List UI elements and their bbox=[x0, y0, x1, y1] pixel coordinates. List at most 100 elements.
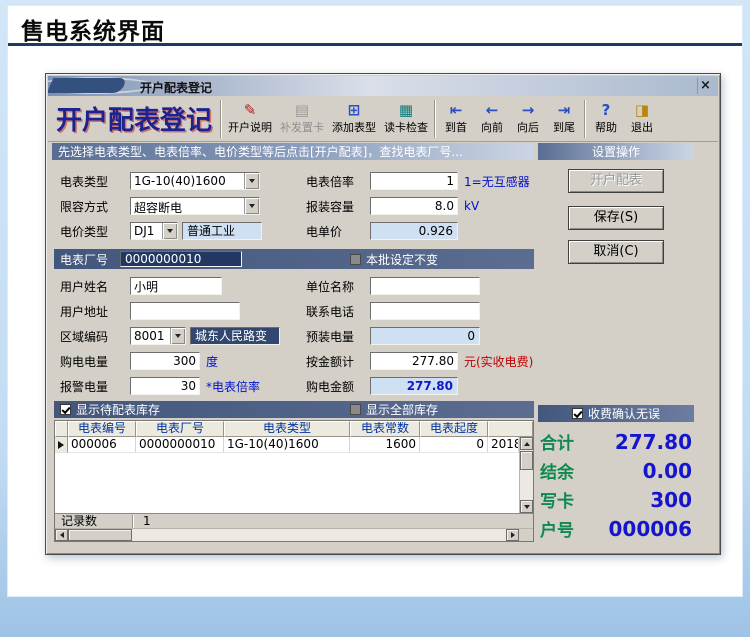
open-meter-config-button[interactable]: 开户配表 bbox=[568, 169, 664, 193]
toolbar-button-first[interactable]: ⇤ 到首 bbox=[438, 98, 474, 140]
region-combo[interactable]: 8001 bbox=[130, 327, 186, 345]
table-header-constant: 电表常数 bbox=[350, 421, 420, 437]
toolbar-button-label: 帮助 bbox=[595, 121, 618, 134]
buy-amount-field: 277.80 bbox=[370, 377, 458, 395]
toolbar-button-label: 退出 bbox=[631, 121, 654, 134]
address-label: 用户地址 bbox=[60, 304, 109, 319]
phone-input[interactable] bbox=[370, 302, 480, 320]
form-brand-title: 开户配表登记 bbox=[56, 106, 213, 136]
show-all-group[interactable]: 显示全部库存 bbox=[350, 401, 438, 418]
horizontal-scroll-track[interactable] bbox=[132, 529, 506, 541]
scroll-down-button[interactable] bbox=[520, 500, 533, 513]
window-titlebar[interactable]: 开户配表登记 × bbox=[48, 76, 718, 96]
toolbar-button-help[interactable]: ? 帮助 bbox=[588, 98, 624, 140]
summary-panel: 合计 277.80 结余 0.00 写卡 300 户号 000006 bbox=[538, 427, 694, 543]
scroll-right-button[interactable] bbox=[506, 529, 519, 541]
meter-type-combo[interactable]: 1G-10(40)1600 bbox=[130, 172, 260, 190]
capacity-label: 报装容量 bbox=[306, 199, 355, 214]
org-name-input[interactable] bbox=[370, 277, 480, 295]
toolbar-separator bbox=[434, 99, 437, 138]
dropdown-button[interactable] bbox=[162, 223, 177, 239]
price-type-name-field: 普通工业 bbox=[182, 222, 262, 240]
content-card: 售电系统界面 开户配表登记 × 开户配表登记 ✎ 开户说明 ▤ 补发置卡 ⊞ 添… bbox=[7, 5, 743, 597]
toolbar-button-next[interactable]: → 向后 bbox=[510, 98, 546, 140]
alarm-qty-input[interactable] bbox=[130, 377, 200, 395]
vertical-scrollbar[interactable] bbox=[519, 437, 533, 513]
table-header-start-reading: 电表起度 bbox=[420, 421, 488, 437]
cell-constant: 1600 bbox=[350, 437, 420, 453]
meter-type-label: 电表类型 bbox=[60, 174, 109, 189]
by-amount-input[interactable] bbox=[370, 352, 458, 370]
close-button[interactable]: × bbox=[697, 78, 713, 94]
fee-confirm-bar: 收费确认无误 bbox=[538, 405, 694, 422]
save-button[interactable]: 保存(S) bbox=[568, 206, 664, 230]
toolbar-button-prev[interactable]: ← 向前 bbox=[474, 98, 510, 140]
form-row-meter-type: 电表类型 1G-10(40)1600 电表倍率 1=无互感器 bbox=[60, 171, 534, 191]
price-type-combo[interactable]: DJ1 bbox=[130, 222, 178, 240]
toolbar-button-account-guide[interactable]: ✎ 开户说明 bbox=[224, 98, 276, 140]
toolbar-button-add-meter-type[interactable]: ⊞ 添加表型 bbox=[328, 98, 380, 140]
ratio-input[interactable] bbox=[370, 172, 458, 190]
show-all-checkbox[interactable] bbox=[350, 404, 361, 415]
horizontal-scroll-thumb[interactable] bbox=[68, 529, 132, 541]
limit-mode-label: 限容方式 bbox=[60, 199, 109, 214]
table-body: 000006 0000000010 1G-10(40)1600 1600 0 2… bbox=[55, 437, 533, 513]
table-row[interactable]: 000006 0000000010 1G-10(40)1600 1600 0 2… bbox=[55, 437, 519, 453]
table-header-row: 电表编号 电表厂号 电表类型 电表常数 电表起度 bbox=[55, 421, 533, 437]
summary-value-balance: 0.00 bbox=[642, 458, 692, 483]
dropdown-button[interactable] bbox=[170, 328, 185, 344]
unit-price-label: 电单价 bbox=[306, 224, 343, 239]
toolbar-button-reissue-card[interactable]: ▤ 补发置卡 bbox=[276, 98, 328, 140]
ratio-note: 1=无互感器 bbox=[464, 174, 530, 189]
limit-mode-value: 超容断电 bbox=[134, 201, 183, 214]
batch-checkbox-group[interactable]: 本批设定不变 bbox=[350, 251, 438, 268]
side-panel-title: 设置操作 bbox=[591, 145, 640, 159]
toolbar-button-last[interactable]: ⇥ 到尾 bbox=[546, 98, 582, 140]
dialog-window: 开户配表登记 × 开户配表登记 ✎ 开户说明 ▤ 补发置卡 ⊞ 添加表型 ▦ 读… bbox=[45, 73, 721, 555]
hint-bar: 先选择电表类型、电表倍率、电价类型等后点击[开户配表]，查找电表厂号... bbox=[52, 143, 534, 160]
factory-no-bar: 电表厂号 0000000010 本批设定不变 bbox=[54, 249, 534, 269]
capacity-input[interactable] bbox=[370, 197, 458, 215]
dropdown-button[interactable] bbox=[244, 173, 259, 189]
toolbar-button-read-card-check[interactable]: ▦ 读卡检查 bbox=[380, 98, 432, 140]
show-pending-checkbox[interactable] bbox=[60, 404, 71, 415]
cell-start-reading: 0 bbox=[420, 437, 488, 453]
record-count-value: 1 bbox=[143, 514, 151, 528]
fee-confirm-checkbox[interactable] bbox=[571, 408, 583, 419]
by-amount-note: 元(实收电费) bbox=[464, 354, 534, 369]
scroll-up-button[interactable] bbox=[520, 437, 533, 450]
toolbar-button-label: 到尾 bbox=[553, 121, 576, 134]
row-selector-icon bbox=[58, 440, 64, 449]
address-input[interactable] bbox=[130, 302, 240, 320]
factory-no-field: 0000000010 bbox=[120, 251, 242, 267]
record-count-row: 记录数 1 bbox=[55, 513, 533, 528]
phone-label: 联系电话 bbox=[306, 304, 355, 319]
summary-label-write-card: 写卡 bbox=[540, 492, 574, 512]
preload-field: 0 bbox=[370, 327, 480, 345]
vertical-scroll-thumb[interactable] bbox=[520, 451, 533, 470]
cell-extra: 2018- bbox=[488, 437, 519, 453]
form-row-user-name: 用户姓名 单位名称 bbox=[60, 276, 534, 296]
dropdown-button[interactable] bbox=[244, 198, 259, 214]
summary-row-total: 合计 277.80 bbox=[538, 427, 694, 456]
toolbar-button-exit[interactable]: ◨ 退出 bbox=[624, 98, 660, 140]
buy-qty-input[interactable] bbox=[130, 352, 200, 370]
toolbar-separator bbox=[220, 99, 223, 138]
scroll-left-icon bbox=[59, 532, 64, 538]
horizontal-scrollbar[interactable] bbox=[55, 528, 533, 541]
toolbar-button-label: 到首 bbox=[445, 121, 468, 134]
user-name-input[interactable] bbox=[130, 277, 222, 295]
cancel-button[interactable]: 取消(C) bbox=[568, 240, 664, 264]
region-label: 区域编码 bbox=[60, 329, 109, 344]
summary-value-account-no: 000006 bbox=[608, 516, 693, 541]
form-row-buy-qty: 购电电量 度 按金额计 元(实收电费) bbox=[60, 351, 534, 371]
table-header-meter-no: 电表编号 bbox=[68, 421, 136, 437]
meter-type-value: 1G-10(40)1600 bbox=[134, 174, 226, 188]
scroll-left-button[interactable] bbox=[55, 529, 68, 541]
factory-no-label: 电表厂号 bbox=[60, 252, 109, 267]
limit-mode-combo[interactable]: 超容断电 bbox=[130, 197, 260, 215]
cell-factory-no: 0000000010 bbox=[136, 437, 224, 453]
show-all-label: 显示全部库存 bbox=[366, 403, 439, 417]
batch-checkbox[interactable] bbox=[350, 253, 361, 265]
stock-filter-bar: 显示待配表库存 显示全部库存 bbox=[54, 401, 534, 418]
